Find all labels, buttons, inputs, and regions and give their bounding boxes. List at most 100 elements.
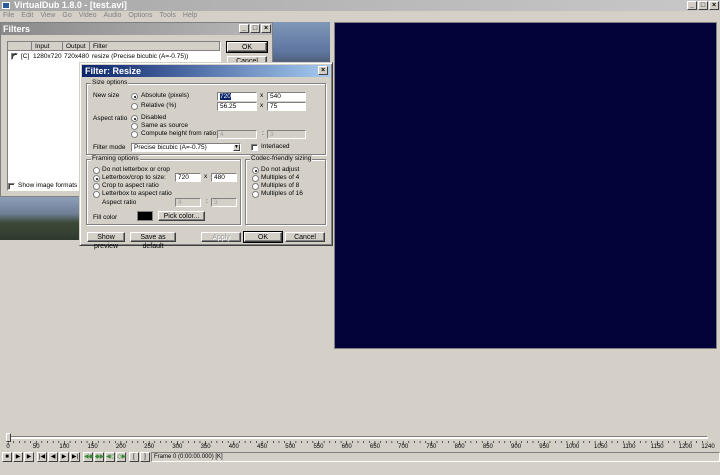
tick-label: 950: [539, 444, 550, 450]
crop-aspect-radio[interactable]: [93, 183, 100, 190]
multiples-4-radio[interactable]: [252, 175, 259, 182]
tick-label: 100: [59, 444, 70, 450]
tick-label: 600: [341, 444, 352, 450]
tick-label: 550: [313, 444, 324, 450]
column-header-output[interactable]: Output: [63, 42, 90, 51]
multiples-16-radio[interactable]: [252, 191, 259, 198]
tick-labels: 0 50 100 150 200 250 300 350 400 450 500 550 600 650 7…: [0, 444, 720, 452]
step-forward-icon[interactable]: ▶: [59, 452, 69, 462]
letterbox-aspect-radio[interactable]: [93, 191, 100, 198]
menu-video[interactable]: Video: [79, 11, 97, 21]
go-end-icon[interactable]: ▶|: [70, 452, 80, 462]
no-letterbox-radio[interactable]: [93, 167, 100, 174]
prev-scene-icon[interactable]: ◀◇: [105, 452, 115, 462]
prev-keyframe-icon[interactable]: ◀◆: [83, 452, 93, 462]
crop-aspect-label: Crop to aspect ratio: [102, 182, 159, 189]
frame-width-field[interactable]: 720: [175, 173, 201, 182]
absolute-radio[interactable]: [131, 93, 138, 100]
do-not-adjust-radio[interactable]: [252, 167, 259, 174]
next-scene-icon[interactable]: ◇▶: [116, 452, 126, 462]
chevron-down-icon[interactable]: ▼: [233, 144, 240, 151]
resize-dialog: Filter: Resize × Size options New size A…: [79, 62, 333, 250]
mark-out-icon[interactable]: ]: [140, 452, 150, 462]
tick-label: 1100: [622, 444, 636, 450]
go-start-icon[interactable]: |◀: [37, 452, 47, 462]
ratio-b-field[interactable]: 3: [267, 130, 306, 139]
absolute-height-field[interactable]: 540: [267, 92, 306, 101]
multiples-8-label: Multiples of 8: [261, 182, 300, 189]
same-as-source-radio[interactable]: [131, 123, 138, 130]
ratio-a-field[interactable]: 4: [217, 130, 257, 139]
ratio-colon: :: [262, 130, 264, 137]
absolute-width-value: 720: [220, 93, 231, 100]
filter-input-size: 1280x720: [33, 53, 62, 60]
resize-close-button[interactable]: ×: [318, 66, 328, 75]
filters-minimize-button[interactable]: _: [239, 24, 249, 33]
mark-in-icon[interactable]: [: [129, 452, 139, 462]
menu-go[interactable]: Go: [62, 11, 71, 21]
relative-height-field[interactable]: 75: [267, 102, 306, 111]
filter-row[interactable]: ✓ [C] 1280x720 720x480 resize (Precise b…: [9, 52, 221, 61]
menu-help[interactable]: Help: [183, 11, 197, 21]
tick-label: 1000: [565, 444, 580, 450]
stop-icon[interactable]: ■: [2, 452, 12, 462]
menu-edit[interactable]: Edit: [21, 11, 33, 21]
show-preview-button[interactable]: Show preview: [87, 232, 125, 250]
aspect-disabled-radio[interactable]: [131, 115, 138, 122]
apply-button[interactable]: Apply: [201, 232, 241, 242]
save-as-default-button[interactable]: Save as default: [130, 232, 176, 250]
app-title-bar: VirtualDub 1.8.0 - [test.avi] _ □ ×: [0, 0, 720, 11]
framing-ar-b-field[interactable]: 3: [211, 198, 237, 207]
position-track[interactable]: [8, 436, 708, 439]
tick-label: 300: [172, 444, 183, 450]
tick-label: 1150: [650, 444, 664, 450]
letterbox-aspect-label: Letterbox to aspect ratio: [102, 190, 172, 197]
framing-ar-a-field[interactable]: 4: [175, 198, 201, 207]
menu-audio[interactable]: Audio: [104, 11, 122, 21]
play-output-icon[interactable]: ▶: [24, 452, 34, 462]
filters-title-bar: Filters _ □ ×: [1, 23, 272, 35]
multiples-4-label: Multiples of 4: [261, 174, 300, 181]
multiples-8-radio[interactable]: [252, 183, 259, 190]
pick-color-button[interactable]: Pick color...: [158, 211, 205, 221]
menu-options[interactable]: Options: [128, 11, 152, 21]
filter-enable-checkbox[interactable]: ✓: [11, 53, 18, 60]
relative-radio[interactable]: [131, 103, 138, 110]
resize-cancel-button[interactable]: Cancel: [285, 232, 325, 242]
filters-maximize-button[interactable]: □: [250, 24, 260, 33]
menu-tools[interactable]: Tools: [160, 11, 176, 21]
menu-file[interactable]: File: [3, 11, 14, 21]
play-input-icon[interactable]: ▶: [13, 452, 23, 462]
multiples-16-label: Multiples of 16: [261, 190, 303, 197]
app-title: VirtualDub 1.8.0 - [test.avi]: [14, 0, 127, 10]
frame-height-field[interactable]: 480: [211, 173, 237, 182]
codec-sizing-title: Codec-friendly sizing: [250, 155, 313, 163]
next-keyframe-icon[interactable]: ◆▶: [94, 452, 104, 462]
filters-ok-button[interactable]: OK: [226, 41, 268, 53]
close-button[interactable]: ×: [709, 1, 719, 10]
maximize-button[interactable]: □: [698, 1, 708, 10]
show-image-formats-checkbox[interactable]: [8, 183, 15, 190]
column-header-flag[interactable]: [8, 42, 32, 51]
column-header-filter[interactable]: Filter: [90, 42, 220, 51]
interlaced-checkbox[interactable]: [251, 144, 258, 151]
tick-label: 450: [257, 444, 268, 450]
resize-ok-button[interactable]: OK: [243, 231, 283, 243]
menu-view[interactable]: View: [40, 11, 55, 21]
filters-close-button[interactable]: ×: [261, 24, 271, 33]
absolute-width-field[interactable]: 720: [217, 92, 257, 101]
x-separator-2: x: [260, 102, 264, 109]
relative-width-field[interactable]: 56.25: [217, 102, 257, 111]
filter-mode-select[interactable]: Precise bicubic (A=-0.75) ▼: [131, 143, 241, 152]
compute-height-radio[interactable]: [131, 131, 138, 138]
framing-aspect-ratio-label: Aspect ratio: [102, 199, 137, 206]
step-back-icon[interactable]: ◀: [48, 452, 58, 462]
input-video-pane-lower: [0, 196, 80, 240]
resize-dialog-title-bar: Filter: Resize ×: [82, 65, 330, 77]
letterbox-crop-size-radio[interactable]: [93, 175, 100, 182]
column-header-input[interactable]: Input: [32, 42, 63, 51]
frame-status: Frame 0 (0:00:00.000) [K]: [151, 452, 720, 462]
control-bar: ■ ▶ ▶ |◀ ◀ ▶ ▶| ◀◆ ◆▶ ◀◇ ◇▶ [ ] Frame 0 …: [0, 452, 720, 463]
x-separator: x: [260, 92, 264, 99]
minimize-button[interactable]: _: [687, 1, 697, 10]
